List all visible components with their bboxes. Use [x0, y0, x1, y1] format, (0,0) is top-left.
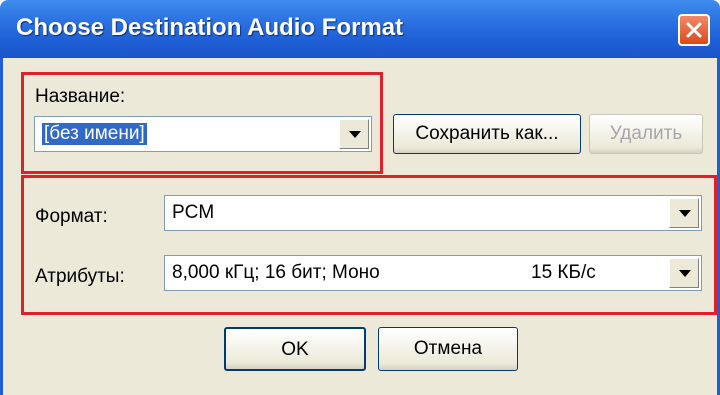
- ok-label: OK: [281, 339, 309, 360]
- attributes-dropdown[interactable]: 8,000 кГц; 16 бит; Моно 15 КБ/с: [164, 255, 702, 291]
- cancel-button[interactable]: Отмена: [378, 327, 518, 371]
- attributes-label: Атрибуты:: [35, 266, 125, 287]
- delete-label: Удалить: [609, 123, 683, 144]
- save-as-button[interactable]: Сохранить как...: [393, 114, 581, 154]
- attributes-value: 8,000 кГц; 16 бит; Моно: [172, 262, 380, 283]
- dialog-window: Choose Destination Audio Format Название…: [0, 0, 720, 395]
- chevron-down-icon: [679, 270, 691, 277]
- close-icon: [686, 22, 702, 38]
- title-bar[interactable]: Choose Destination Audio Format: [0, 0, 720, 58]
- save-as-label: Сохранить как...: [415, 123, 559, 144]
- format-dropdown[interactable]: PCM: [164, 195, 702, 231]
- format-dropdown-button[interactable]: [669, 198, 699, 228]
- format-value: PCM: [172, 202, 215, 223]
- name-selected-value: [без имени]: [41, 122, 148, 146]
- dialog-body: Название: [без имени] Сохранить как... У…: [0, 58, 720, 395]
- chevron-down-icon: [679, 210, 691, 217]
- cancel-label: Отмена: [413, 338, 483, 359]
- ok-button[interactable]: OK: [224, 327, 366, 371]
- format-label: Формат:: [35, 206, 108, 227]
- window-title: Choose Destination Audio Format: [16, 14, 404, 41]
- name-dropdown-button[interactable]: [339, 119, 369, 149]
- attributes-dropdown-button[interactable]: [669, 258, 699, 288]
- delete-button: Удалить: [589, 114, 703, 154]
- name-dropdown[interactable]: [без имени]: [34, 116, 372, 152]
- name-label: Название:: [35, 86, 126, 107]
- close-button[interactable]: [678, 14, 710, 46]
- attributes-rate: 15 КБ/с: [531, 262, 596, 283]
- chevron-down-icon: [349, 131, 361, 138]
